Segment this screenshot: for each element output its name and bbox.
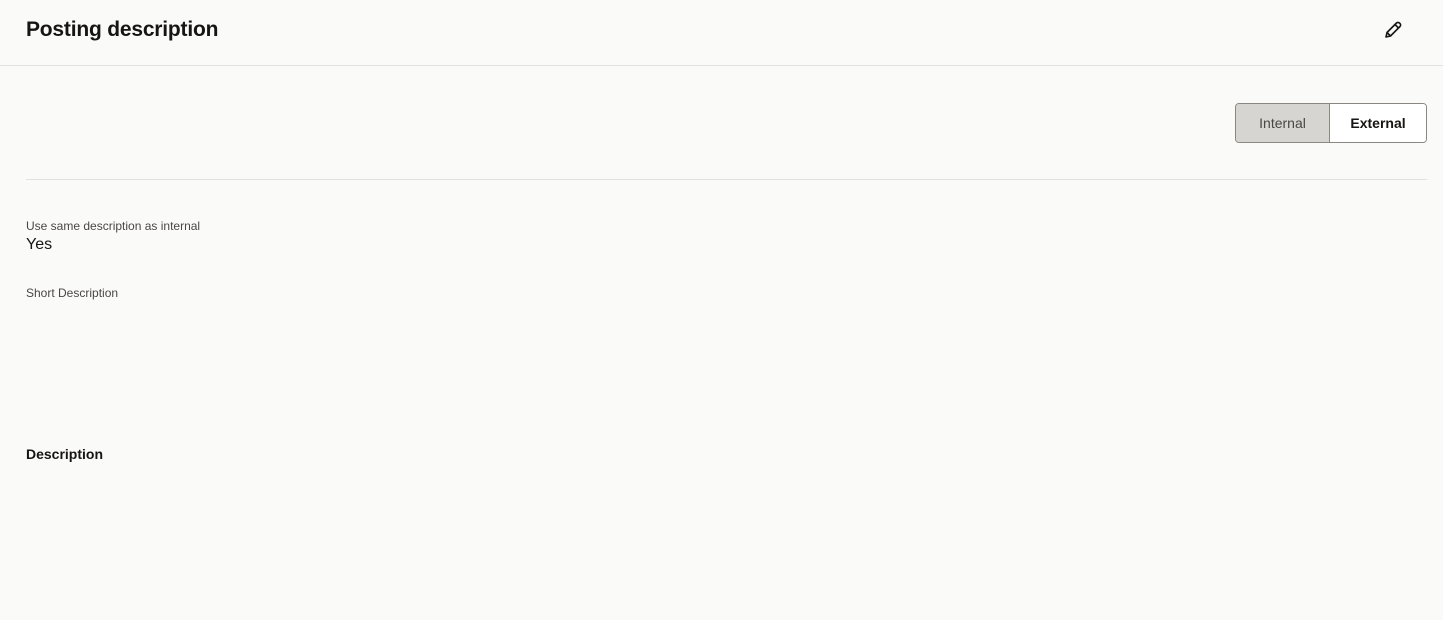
page-title: Posting description — [26, 18, 219, 41]
divider — [26, 179, 1427, 180]
section-header: Posting description — [0, 0, 1443, 66]
pencil-icon — [1383, 20, 1403, 45]
short-description-label: Short Description — [26, 286, 119, 300]
description-label: Description — [26, 446, 104, 462]
internal-external-toggle: Internal External — [1235, 103, 1427, 143]
same-description-label: Use same description as internal — [26, 219, 201, 233]
edit-button[interactable] — [1378, 17, 1408, 47]
toggle-external[interactable]: External — [1330, 104, 1426, 142]
same-description-value: Yes — [26, 236, 53, 253]
toggle-internal[interactable]: Internal — [1236, 104, 1330, 142]
